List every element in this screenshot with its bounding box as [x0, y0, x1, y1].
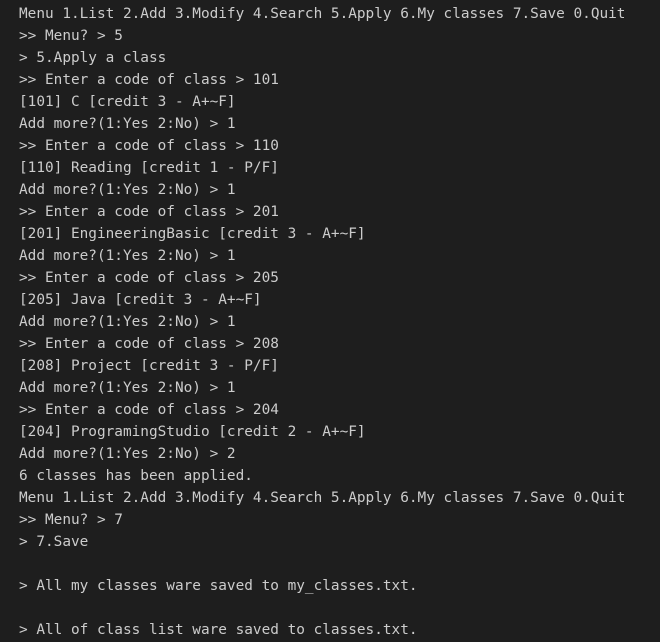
terminal-output[interactable]: Menu 1.List 2.Add 3.Modify 4.Search 5.Ap…	[0, 0, 660, 642]
terminal-line: >> Menu? > 7	[19, 512, 123, 528]
terminal-line: >> Enter a code of class > 205	[19, 270, 279, 286]
terminal-line: Add more?(1:Yes 2:No) > 1	[19, 116, 236, 132]
terminal-line: [204] ProgramingStudio [credit 2 - A+~F]	[19, 424, 366, 440]
terminal-line: >> Enter a code of class > 110	[19, 138, 279, 154]
terminal-line: > All of class list ware saved to classe…	[19, 622, 418, 638]
terminal-line: Add more?(1:Yes 2:No) > 1	[19, 182, 236, 198]
terminal-line: >> Enter a code of class > 101	[19, 72, 279, 88]
terminal-line: Menu 1.List 2.Add 3.Modify 4.Search 5.Ap…	[19, 490, 626, 506]
terminal-line: Add more?(1:Yes 2:No) > 2	[19, 446, 236, 462]
terminal-line: [201] EngineeringBasic [credit 3 - A+~F]	[19, 226, 366, 242]
terminal-line: >> Enter a code of class > 201	[19, 204, 279, 220]
terminal-line: [205] Java [credit 3 - A+~F]	[19, 292, 262, 308]
terminal-line: Add more?(1:Yes 2:No) > 1	[19, 380, 236, 396]
terminal-line: Add more?(1:Yes 2:No) > 1	[19, 314, 236, 330]
terminal-line: >> Menu? > 5	[19, 28, 123, 44]
terminal-line: >> Enter a code of class > 204	[19, 402, 279, 418]
terminal-line: Add more?(1:Yes 2:No) > 1	[19, 248, 236, 264]
terminal-line: [208] Project [credit 3 - P/F]	[19, 358, 279, 374]
terminal-line: [101] C [credit 3 - A+~F]	[19, 94, 236, 110]
terminal-line: 6 classes has been applied.	[19, 468, 253, 484]
terminal-line: Menu 1.List 2.Add 3.Modify 4.Search 5.Ap…	[19, 6, 626, 22]
terminal-line: > 5.Apply a class	[19, 50, 167, 66]
terminal-line: > All my classes ware saved to my_classe…	[19, 578, 418, 594]
terminal-line: > 7.Save	[19, 534, 89, 550]
terminal-line: [110] Reading [credit 1 - P/F]	[19, 160, 279, 176]
terminal-line: >> Enter a code of class > 208	[19, 336, 279, 352]
